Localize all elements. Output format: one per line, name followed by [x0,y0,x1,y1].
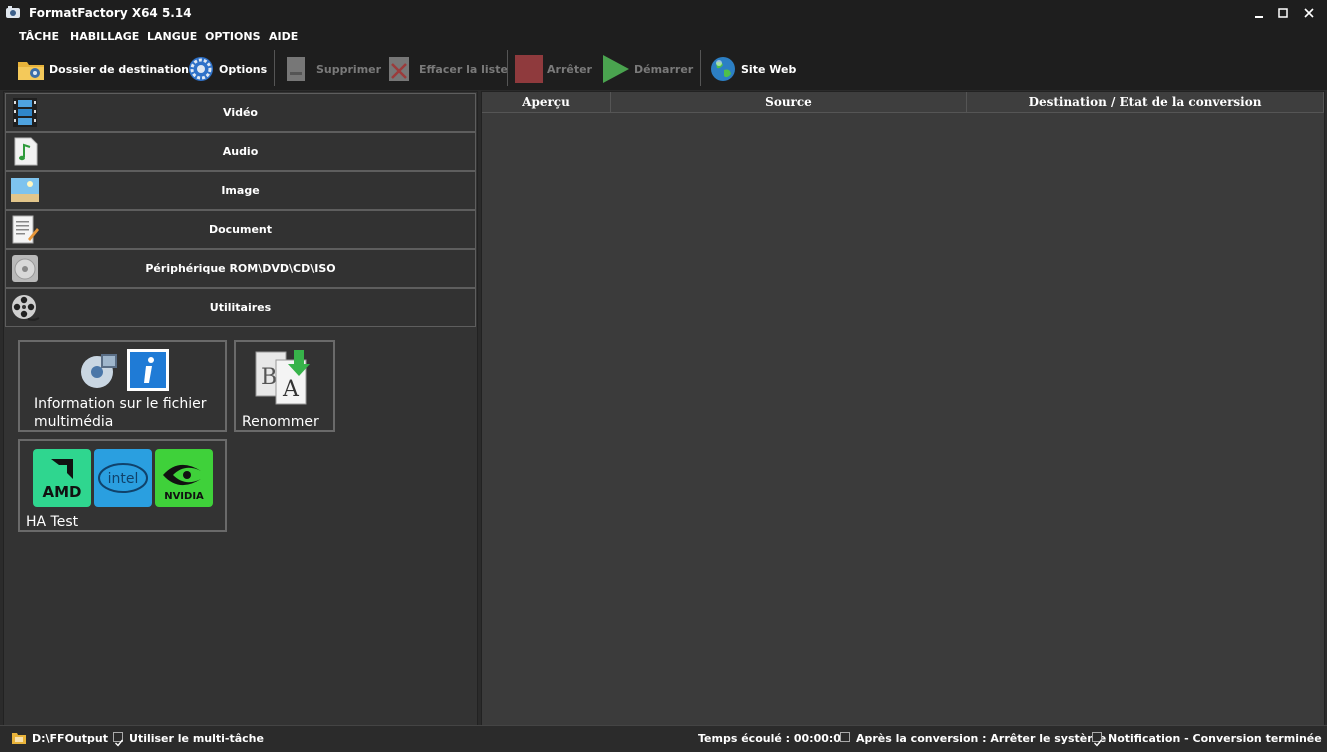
folder-icon [18,62,44,80]
minimize-button[interactable] [1248,4,1270,22]
intel-text: intel [108,471,139,487]
category-audio[interactable]: Audio [5,132,476,171]
stop-icon [515,55,543,83]
maximize-icon [1278,8,1288,18]
info-icon [127,349,169,391]
app-logo-icon [6,6,20,18]
multitask-label: Utiliser le multi-tâche [129,732,264,745]
category-image[interactable]: Image [5,171,476,210]
notification-checkbox[interactable] [1092,732,1103,747]
stop-button[interactable]: Arrêter [514,54,592,84]
intel-logo-icon: intel [94,449,152,507]
category-document[interactable]: Document [5,210,476,249]
destination-folder-button[interactable]: Dossier de destination [16,54,189,84]
close-button[interactable] [1298,4,1320,22]
maximize-button[interactable] [1272,4,1294,22]
category-video[interactable]: Vidéo [5,93,476,132]
category-label: Audio [222,145,259,158]
checkmark-icon [1094,739,1103,747]
menu-bar: TÂCHE HABILLAGE LANGUE OPTIONS AIDE [0,26,1327,48]
options-button[interactable]: Options [186,54,267,84]
output-folder-path: D:\FFOutput [32,732,108,745]
svg-text:B: B [261,365,277,390]
close-icon [1304,8,1314,18]
menu-language[interactable]: LANGUE [147,30,197,43]
amd-logo-icon: AMD [33,449,91,507]
after-conversion-checkbox[interactable] [840,732,850,742]
category-utilities[interactable]: Utilitaires [5,288,476,327]
document-delete-icon [287,57,305,81]
media-info-icon [81,354,117,388]
status-bar: D:\FFOutput Utiliser le multi-tâche Temp… [0,725,1327,750]
amd-text: AMD [43,483,82,501]
clear-list-icon [389,57,409,81]
category-label: Image [221,184,260,197]
after-conversion-label: Après la conversion : Arrêter le système [856,732,1107,745]
menu-options[interactable]: OPTIONS [205,30,261,43]
ha-test-tile[interactable]: AMD intel NVIDIA HA Test [18,439,227,532]
menu-task[interactable]: TÂCHE [19,30,59,43]
delete-button[interactable]: Supprimer [283,54,381,84]
toolbar-separator [507,50,508,86]
website-button[interactable]: Site Web [708,54,796,84]
checkmark-icon [115,739,124,747]
column-header-preview[interactable]: Aperçu [482,92,611,113]
rename-label: Renommer [242,414,319,430]
media-info-tile[interactable]: Information sur le fichier multimédia [18,340,227,432]
menu-help[interactable]: AIDE [269,30,298,43]
category-rom-dvd-cd-iso[interactable]: Périphérique ROM\DVD\CD\ISO [5,249,476,288]
column-header-destination[interactable]: Destination / Etat de la conversion [967,92,1324,113]
media-info-label-line1: Information sur le fichier [34,396,207,412]
category-label: Document [208,223,273,236]
toolbar-separator [274,50,275,86]
media-info-label-line2: multimédia [34,414,114,430]
clear-list-button[interactable]: Effacer la liste [386,54,508,84]
folder-icon[interactable] [12,731,26,744]
ha-test-label: HA Test [26,514,79,530]
category-label: Vidéo [223,106,258,119]
category-label: Périphérique ROM\DVD\CD\ISO [145,262,336,275]
category-label: Utilitaires [209,301,272,314]
multitask-checkbox[interactable] [113,732,124,747]
title-bar: FormatFactory X64 5.14 [0,0,1327,26]
rename-tile[interactable]: B A Renommer [234,340,335,432]
column-header-source[interactable]: Source [611,92,967,113]
elapsed-time: Temps écoulé : 00:00:00 [698,732,849,745]
left-panel: Vidéo Audio Image Document Périphérique … [3,91,478,726]
play-icon [603,55,629,83]
notification-label: Notification - Conversion terminée [1108,732,1322,745]
start-button[interactable]: Démarrer [601,54,693,84]
nvidia-logo-icon: NVIDIA [155,449,213,507]
gear-icon [189,57,213,81]
nvidia-text: NVIDIA [164,491,204,502]
menu-skin[interactable]: HABILLAGE [70,30,139,43]
toolbar: Dossier de destination Options Supprimer… [0,48,1327,90]
svg-text:A: A [282,377,300,402]
globe-icon [711,57,735,81]
rename-icon: B A [255,350,310,405]
window-title: FormatFactory X64 5.14 [29,6,192,20]
conversion-list-panel: Aperçu Source Destination / Etat de la c… [481,91,1325,726]
toolbar-separator [700,50,701,86]
minimize-icon [1255,16,1263,18]
